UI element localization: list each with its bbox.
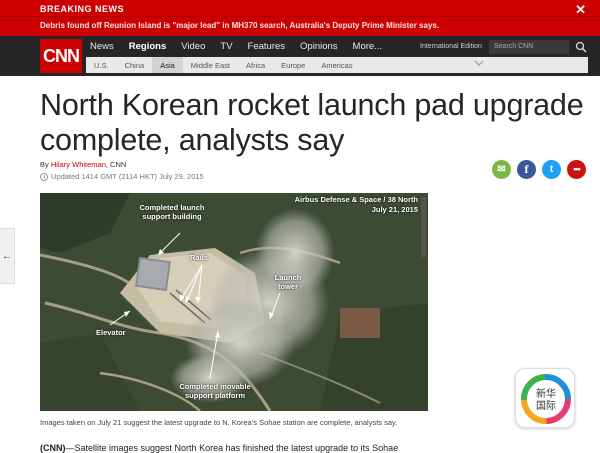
satellite-image[interactable]: Airbus Defense & Space / 38 North July 2… [40,193,428,411]
subnav-item-americas[interactable]: Americas [313,57,360,73]
nav-item-regions[interactable]: Regions [129,41,166,52]
image-credit: Airbus Defense & Space / 38 North July 2… [295,195,418,215]
image-caption: Images taken on July 21 suggest the late… [40,418,398,427]
image-credit-date: July 21, 2015 [371,205,418,214]
label-rails: Rails [190,253,208,262]
email-share-icon[interactable]: ✉ [492,160,511,179]
article-headline: North Korean rocket launch pad upgrade c… [40,88,584,157]
search-icon[interactable] [575,41,587,53]
more-share-icon[interactable]: ••• [567,160,586,179]
label-launch-building: Completed launch support building [139,203,205,221]
breaking-headline-link[interactable]: Debris found off Reunion Island is "majo… [40,21,439,30]
nav-item-opinions[interactable]: Opinions [300,41,338,52]
byline: By Hilary Whiteman, CNN [40,160,126,169]
subnav-item-europe[interactable]: Europe [273,57,313,73]
chevron-down-icon[interactable] [474,60,484,66]
label-elevator: Elevator [96,328,126,337]
byline-source: , CNN [105,160,127,169]
nav-item-tv[interactable]: TV [220,41,232,52]
body-first-paragraph: —Satellite images suggest North Korea ha… [65,443,399,453]
watermark-ring-icon: 新华 国际 [521,374,571,424]
author-link[interactable]: Hilary Whiteman [51,160,106,169]
edition-selector[interactable]: International Edition [420,43,482,50]
watermark-text-bottom: 国际 [536,400,556,412]
breaking-news-label: BREAKING NEWS [40,4,125,14]
cnn-logo[interactable]: CNN [40,39,82,73]
subnav-item-middle-east[interactable]: Middle East [183,57,238,73]
breaking-news-bar: BREAKING NEWS ✕ Debris found off Reunion… [0,0,600,36]
label-launch-tower: Launch tower [274,273,302,291]
nav-item-video[interactable]: Video [181,41,205,52]
updated-text: Updated 1414 GMT (2114 HKT) July 29, 201… [51,172,204,181]
nav-item-more[interactable]: More... [353,41,383,52]
search-input[interactable]: Search CNN [489,40,569,54]
byline-prefix: By [40,160,49,169]
image-credit-source: Airbus Defense & Space / 38 North [294,195,418,204]
label-support-platform: Completed movable support platform [179,382,251,400]
subnav-item-us[interactable]: U.S. [86,57,117,73]
subnav-item-asia[interactable]: Asia [152,57,183,73]
subnav-item-china[interactable]: China [117,57,153,73]
nav-item-news[interactable]: News [90,41,114,52]
left-arrow-icon[interactable]: ← [0,228,15,284]
clock-icon [40,172,48,181]
xinhua-watermark-logo: 新华 国际 [515,368,575,428]
twitter-share-icon[interactable]: t [542,160,561,179]
satellite-terrain [40,193,428,411]
updated-timestamp: Updated 1414 GMT (2114 HKT) July 29, 201… [40,172,204,181]
facebook-share-icon[interactable]: f [517,160,536,179]
nav-item-features[interactable]: Features [248,41,286,52]
breaking-divider [0,16,600,17]
body-dateline: (CNN) [40,443,66,453]
subnav-item-africa[interactable]: Africa [238,57,273,73]
article-body: (CNN)—Satellite images suggest North Kor… [40,443,398,453]
watermark-text-top: 新华 [536,387,556,400]
image-credit-strip [421,197,426,257]
nav-menu: News Regions Video TV Features Opinions … [90,41,382,52]
regions-subnav: U.S. China Asia Middle East Africa Europ… [86,57,588,73]
